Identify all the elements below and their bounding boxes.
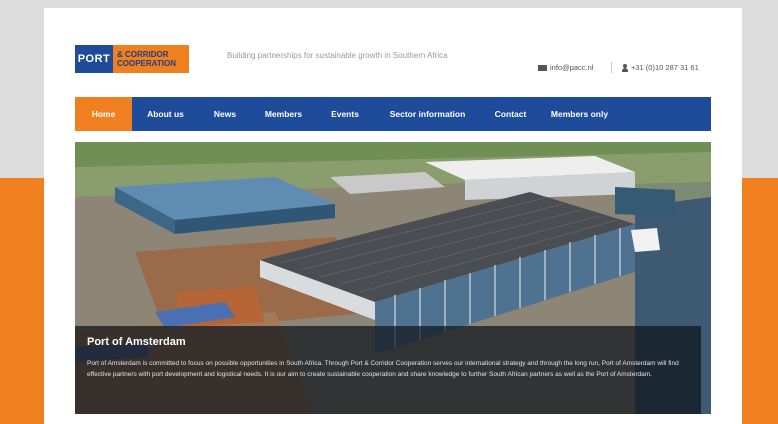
logo-port-text: PORT xyxy=(75,45,113,73)
envelope-icon xyxy=(538,64,547,71)
contact-phone: +31 (0)10 287 31 61 xyxy=(622,63,699,72)
email-text: info@pacc.nl xyxy=(550,63,594,72)
contact-email[interactable]: info@pacc.nl xyxy=(538,63,593,72)
nav-item-news[interactable]: News xyxy=(199,97,251,131)
phone-text: +31 (0)10 287 31 61 xyxy=(631,63,699,72)
hero-title: Port of Amsterdam xyxy=(87,336,186,348)
logo-corridor-text: & CORRIDOR COOPERATION xyxy=(113,45,189,73)
nav-item-events[interactable]: Events xyxy=(316,97,374,131)
background-band-left xyxy=(0,178,44,424)
hero-caption: Port of Amsterdam Port of Amsterdam is c… xyxy=(75,326,701,414)
site-tagline: Building partnerships for sustainable gr… xyxy=(227,51,448,60)
logo-line-2: COOPERATION xyxy=(117,59,176,68)
page-card: PORT & CORRIDOR COOPERATION Building par… xyxy=(44,8,742,424)
nav-item-members[interactable]: Members xyxy=(251,97,316,131)
main-nav: Home About us News Members Events Sector… xyxy=(75,97,711,131)
site-logo[interactable]: PORT & CORRIDOR COOPERATION xyxy=(75,45,189,73)
hero-slider[interactable]: Port of Amsterdam Port of Amsterdam is c… xyxy=(75,142,711,414)
hero-text: Port of Amsterdam is committed to focus … xyxy=(87,360,679,378)
nav-item-about-us[interactable]: About us xyxy=(132,97,199,131)
background-band-right xyxy=(742,178,778,424)
nav-item-sector-information[interactable]: Sector information xyxy=(374,97,481,131)
nav-item-home[interactable]: Home xyxy=(75,97,132,131)
contact-separator xyxy=(611,62,612,73)
nav-item-contact[interactable]: Contact xyxy=(481,97,540,131)
logo-line-1: & CORRIDOR xyxy=(117,50,169,59)
person-icon xyxy=(622,63,628,72)
nav-item-members-only[interactable]: Members only xyxy=(540,97,619,131)
